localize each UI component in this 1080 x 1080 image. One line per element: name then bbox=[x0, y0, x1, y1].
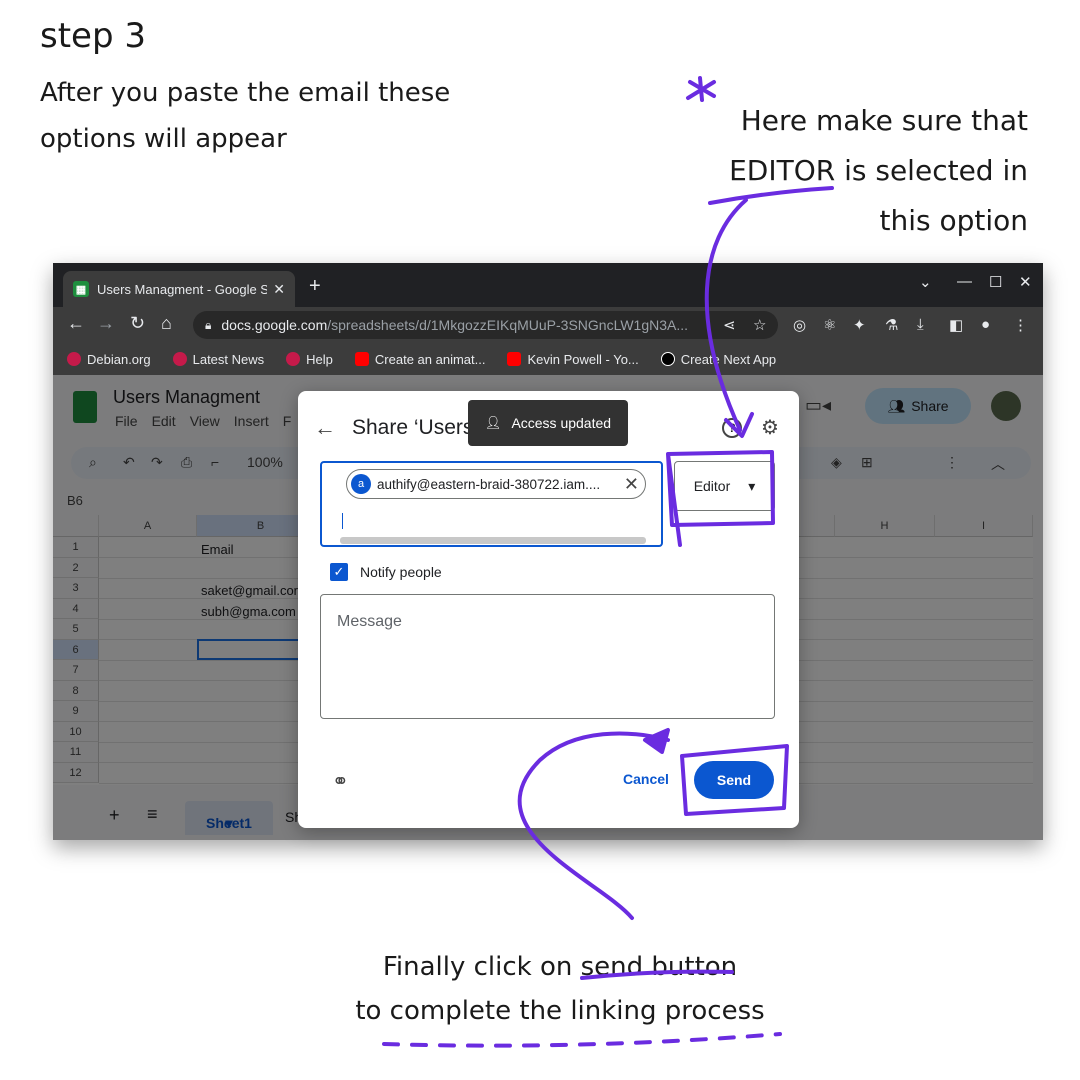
dashed-underline bbox=[382, 1032, 782, 1048]
bookmarks-bar: Debian.org Latest News Help Create an an… bbox=[53, 343, 1043, 375]
debian-icon bbox=[286, 352, 301, 366]
reload-icon[interactable]: ↻ bbox=[130, 313, 145, 334]
back-icon[interactable]: ← bbox=[67, 313, 85, 334]
url-field[interactable]: 🔒︎ docs.google.com /spreadsheets/d/1Mkgo… bbox=[193, 311, 778, 339]
url-path: /spreadsheets/d/1MkgozzEIKqMUuP-3SNGncLW… bbox=[327, 317, 689, 333]
sidepanel-icon[interactable]: ◧ bbox=[949, 316, 963, 334]
dropdown-arrow-icon: ▾ bbox=[748, 477, 756, 494]
bottom-note-line-1: Finally click on send button bbox=[382, 952, 738, 982]
send-button[interactable]: Send bbox=[694, 761, 774, 799]
bookmark-latest-news[interactable]: Latest News bbox=[172, 352, 264, 367]
bookmark-help[interactable]: Help bbox=[286, 352, 333, 367]
recipient-email: authify@eastern-braid-380722.iam.... bbox=[377, 476, 601, 492]
recipient-chip[interactable]: a authify@eastern-braid-380722.iam.... ✕ bbox=[346, 469, 646, 499]
bookmark-next-app[interactable]: Create Next App bbox=[660, 352, 776, 367]
home-icon[interactable]: ⌂ bbox=[161, 313, 172, 334]
extension-icon[interactable]: ◎ bbox=[793, 316, 806, 334]
nextjs-icon bbox=[660, 352, 675, 366]
tab-title: Users Managment - Google S bbox=[97, 281, 268, 297]
step-description: After you paste the email these options … bbox=[40, 78, 451, 154]
notify-checkbox[interactable]: ✓ bbox=[330, 563, 348, 581]
share-page-icon[interactable]: ⋖ bbox=[723, 316, 736, 334]
step-title: step 3 bbox=[40, 16, 146, 56]
back-arrow-icon[interactable]: ← bbox=[314, 415, 336, 441]
notify-people-row[interactable]: ✓ Notify people bbox=[330, 563, 442, 581]
dialog-title: Share ‘Users bbox=[352, 416, 474, 439]
lab-icon[interactable]: ⚗ bbox=[885, 316, 898, 334]
text-caret bbox=[342, 513, 343, 529]
profile-icon[interactable]: ● bbox=[981, 316, 990, 333]
share-dialog: ← Share ‘Users 👤︎ Access updated ? ⚙ a a… bbox=[298, 391, 799, 828]
maximize-icon[interactable]: ☐ bbox=[989, 273, 1002, 291]
lock-icon: 🔒︎ bbox=[205, 317, 212, 332]
menu-dots-icon[interactable]: ⋮ bbox=[1013, 316, 1028, 334]
horizontal-scrollbar[interactable] bbox=[340, 537, 646, 544]
bookmark-star-icon[interactable]: ☆ bbox=[753, 316, 766, 334]
link-icon[interactable]: ⚭ bbox=[332, 769, 349, 794]
bookmark-kevin-powell[interactable]: Kevin Powell - Yo... bbox=[507, 352, 639, 367]
tab-search-icon[interactable]: ⌄ bbox=[919, 273, 932, 291]
message-field[interactable]: Message bbox=[320, 594, 775, 719]
notify-label: Notify people bbox=[360, 564, 442, 580]
minimize-icon[interactable]: — bbox=[957, 273, 972, 290]
download-icon[interactable]: ⤓ bbox=[917, 316, 924, 333]
debian-icon bbox=[172, 352, 187, 366]
sheets-favicon-icon: ▦ bbox=[73, 281, 89, 297]
browser-tab[interactable]: ▦ Users Managment - Google S ✕ bbox=[63, 271, 295, 307]
bookmark-debian[interactable]: Debian.org bbox=[67, 352, 151, 367]
close-tab-icon[interactable]: ✕ bbox=[273, 281, 285, 298]
person-icon: 👤︎ bbox=[484, 415, 502, 430]
access-updated-toast: 👤︎ Access updated bbox=[468, 400, 628, 446]
tab-bar: ▦ Users Managment - Google S ✕ + ⌄ — ☐ ✕ bbox=[53, 263, 1043, 307]
editor-note: Here make sure that EDITOR is selected i… bbox=[729, 104, 1028, 237]
debian-icon bbox=[67, 352, 81, 366]
role-dropdown[interactable]: Editor ▾ bbox=[674, 461, 775, 511]
youtube-icon bbox=[354, 352, 369, 366]
bookmark-animation[interactable]: Create an animat... bbox=[354, 352, 485, 367]
gear-icon[interactable]: ⚙ bbox=[761, 415, 779, 440]
address-bar: ← → ↻ ⌂ 🔒︎ docs.google.com /spreadsheets… bbox=[53, 307, 1043, 343]
puzzle-icon[interactable]: ✦ bbox=[853, 316, 866, 334]
close-window-icon[interactable]: ✕ bbox=[1019, 273, 1032, 291]
url-domain: docs.google.com bbox=[221, 317, 328, 333]
bottom-note: Finally click on send button to complete… bbox=[300, 945, 820, 1033]
new-tab-icon[interactable]: + bbox=[309, 275, 321, 298]
people-input[interactable]: a authify@eastern-braid-380722.iam.... ✕ bbox=[320, 461, 663, 547]
remove-recipient-icon[interactable]: ✕ bbox=[624, 474, 639, 495]
cancel-button[interactable]: Cancel bbox=[623, 771, 669, 787]
help-icon[interactable]: ? bbox=[722, 418, 742, 438]
recipient-avatar: a bbox=[351, 474, 371, 494]
youtube-icon bbox=[507, 352, 522, 366]
bottom-note-line-2: to complete the linking process bbox=[355, 996, 765, 1026]
forward-icon[interactable]: → bbox=[97, 313, 115, 334]
react-devtools-icon[interactable]: ⚛ bbox=[823, 316, 836, 334]
